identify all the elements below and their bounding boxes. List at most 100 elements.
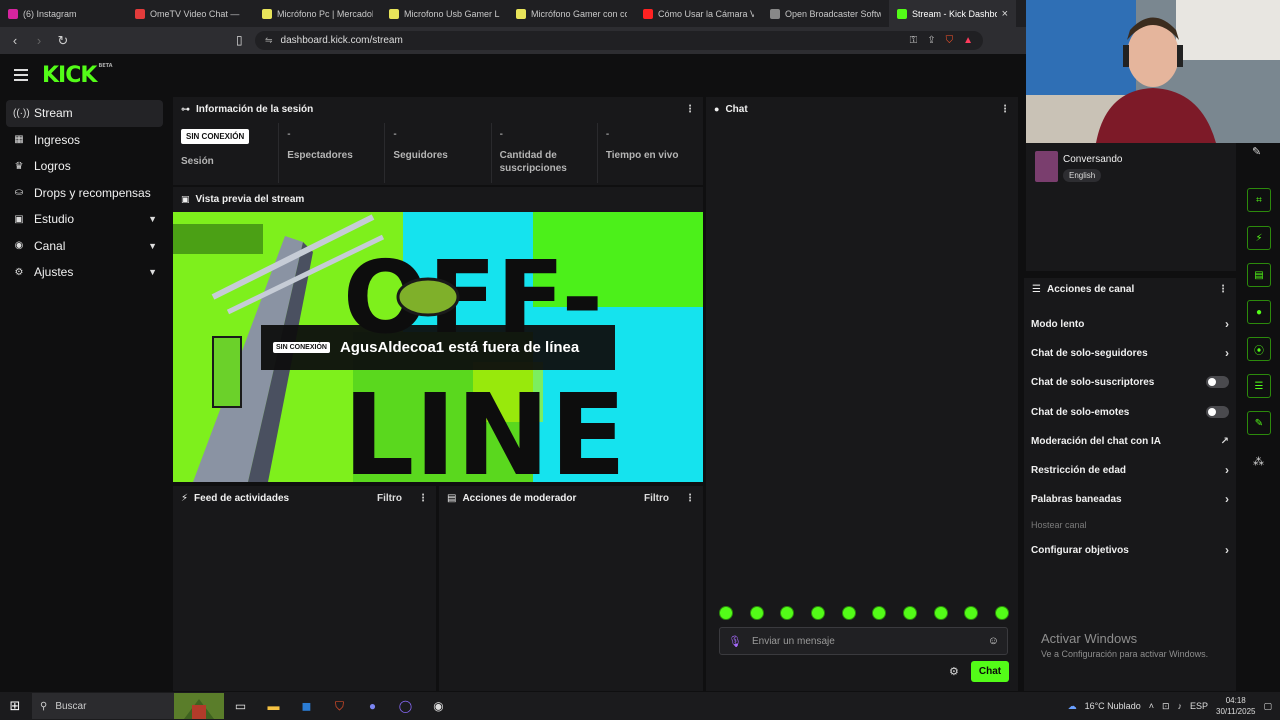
cortana-icon[interactable]: ◯ [389, 699, 422, 713]
brave-rewards-icon[interactable]: ▲ [963, 35, 973, 46]
language-indicator[interactable]: ESP [1190, 701, 1208, 711]
clock[interactable]: 04:18 30/11/2025 [1216, 695, 1255, 717]
sidebar-item-estudio[interactable]: ▣ Estudio ▼ [6, 206, 163, 233]
close-tab-icon[interactable]: × [1002, 8, 1008, 20]
channel-action-item[interactable]: Restricción de edad › [1031, 459, 1229, 481]
channel-actions-panel: ☰ Acciones de canal ⋮ Modo lento › Chat de… [1024, 278, 1236, 691]
taskbar-search[interactable]: ⚲ Buscar [32, 693, 224, 719]
sidebar-item-stream[interactable]: ((·)) Stream [6, 100, 163, 127]
document-icon[interactable]: ▤ [1247, 263, 1271, 287]
chat-tool-icon[interactable]: ● [1247, 300, 1271, 324]
stat-label: Cantidad de suscripciones [499, 150, 567, 174]
stat-value: - [605, 129, 610, 140]
emote-icon[interactable] [933, 606, 948, 620]
bolt-tool-icon[interactable]: ⚡ [1247, 226, 1271, 250]
volume-icon[interactable]: ♪ [1178, 701, 1183, 711]
tab-title: Open Broadcaster Softwa [785, 8, 881, 19]
kebab-menu-icon[interactable]: ⋮ [685, 493, 695, 504]
sidebar-item-canal[interactable]: ◉ Canal ▼ [6, 233, 163, 260]
emote-icon[interactable] [780, 606, 795, 620]
sidebar-item-ajustes[interactable]: ⚙ Ajustes ▼ [6, 259, 163, 286]
chat-message-input[interactable]: 🎙 Enviar un mensaje ☺ [719, 627, 1008, 655]
emote-icon[interactable] [994, 606, 1009, 620]
emote-icon[interactable] [902, 606, 917, 620]
kebab-menu-icon[interactable]: ⋮ [685, 104, 695, 115]
sidebar-item-logros[interactable]: ♛ Logros [6, 153, 163, 180]
activity-filter-button[interactable]: Filtro [377, 493, 402, 504]
browser-tab[interactable]: Open Broadcaster Softwa [762, 0, 889, 27]
browser-tab[interactable]: (6) Instagram [0, 0, 127, 27]
emote-icon[interactable] [841, 606, 856, 620]
moderator-filter-button[interactable]: Filtro [644, 493, 669, 504]
channel-action-item[interactable]: Chat de solo-emotes [1031, 401, 1229, 423]
kebab-menu-icon[interactable]: ⋮ [1000, 104, 1010, 115]
channel-action-item[interactable]: Modo lento › [1031, 313, 1229, 335]
file-explorer-icon[interactable]: ▬ [257, 699, 290, 713]
emote-icon[interactable] [872, 606, 887, 620]
weather-icon[interactable]: ☁ [1068, 701, 1077, 712]
task-view-icon[interactable]: ▭ [224, 699, 257, 713]
category-name[interactable]: Conversando [1063, 154, 1122, 165]
stream-preview[interactable]: OFF- LINE SIN CONEXIÓN AgusAldecoa1 está… [173, 212, 703, 482]
channel-action-item[interactable]: Chat de solo-suscriptores [1031, 371, 1229, 393]
channel-action-item[interactable]: Palabras baneadas › [1031, 488, 1229, 510]
chat-send-button[interactable]: Chat [971, 661, 1009, 682]
nodes-icon[interactable]: ⁂ [1253, 455, 1264, 468]
sidebar-item-label: Ingresos [34, 132, 81, 147]
kebab-menu-icon[interactable]: ⋮ [1218, 284, 1228, 295]
reload-icon[interactable]: ↻ [56, 33, 70, 49]
chevron-down-icon[interactable]: ▼ [148, 267, 157, 277]
layers-icon[interactable]: ☰ [1247, 374, 1271, 398]
emote-icon[interactable] [719, 606, 733, 620]
browser-tab[interactable]: Stream - Kick Dashbo × [889, 0, 1016, 27]
windows-start-icon[interactable]: ⊞ [0, 698, 30, 714]
kick-logo[interactable]: KICK BETA [42, 63, 113, 88]
browser-tab[interactable]: OmeTV Video Chat — [127, 0, 254, 27]
back-icon[interactable]: ‹ [8, 33, 22, 48]
channel-action-item[interactable]: Chat de solo-seguidores › [1031, 342, 1229, 364]
sidebar-item-ingresos[interactable]: ▦ Ingresos [6, 127, 163, 154]
browser-tab[interactable]: Microfono Usb Gamer Luz [381, 0, 508, 27]
edit-pencil-icon[interactable]: ✎ [1252, 145, 1261, 158]
share-icon[interactable]: ⇪ [927, 35, 935, 46]
brave-browser-icon[interactable]: ⛉ [323, 699, 356, 714]
bookmark-icon[interactable]: ▯ [236, 33, 243, 47]
category-thumbnail[interactable] [1035, 151, 1058, 182]
browser-tab[interactable]: Micrófono Gamer con cor [508, 0, 635, 27]
kebab-menu-icon[interactable]: ⋮ [418, 493, 428, 504]
stat-card: SIN CONEXIÓN Sesión [173, 123, 280, 183]
tray-expand-icon[interactable]: ˄ [1149, 701, 1154, 711]
emote-icon[interactable] [749, 606, 764, 620]
channel-action-item[interactable]: Configurar objetivos › [1031, 539, 1229, 561]
channel-action-item[interactable]: Moderación del chat con IA ↗ [1031, 430, 1229, 452]
outlook-icon[interactable]: ◼ [290, 699, 323, 713]
emote-icon[interactable] [964, 606, 979, 620]
brave-shield-icon[interactable]: ⛉ [946, 35, 954, 46]
weather-text[interactable]: 16°C Nublado [1085, 701, 1141, 711]
forward-icon[interactable]: › [32, 33, 46, 48]
key-icon[interactable]: ⚿ [910, 35, 918, 46]
obs-icon[interactable]: ◉ [422, 699, 455, 713]
site-settings-icon[interactable]: ⇋ [265, 35, 273, 46]
url-field[interactable]: ⇋ dashboard.kick.com/stream ⚿ ⇪ ⛉ ▲ [255, 31, 983, 50]
discord-icon[interactable]: ● [356, 699, 389, 713]
broadcast-tool-icon[interactable]: ⦿ [1247, 337, 1271, 361]
chat-settings-icon[interactable]: ⚙ [949, 665, 959, 678]
notifications-icon[interactable]: ▢ [1263, 701, 1272, 712]
toggle-switch[interactable] [1206, 406, 1229, 418]
emoji-icon[interactable]: ☺ [988, 635, 999, 647]
chevron-down-icon[interactable]: ▼ [148, 241, 157, 251]
browser-tab[interactable]: Micrófono Pc | MercadoLi [254, 0, 381, 27]
chevron-down-icon[interactable]: ▼ [148, 214, 157, 224]
emote-icon[interactable] [810, 606, 825, 620]
toggle-switch[interactable] [1206, 376, 1229, 388]
chat-bubble-icon: ● [714, 104, 720, 114]
network-icon[interactable]: ⊡ [1162, 701, 1170, 712]
sidebar-item-drops[interactable]: ⛀ Drops y recompensas [6, 180, 163, 207]
browser-tab[interactable]: Cómo Usar la Cámara Virt [635, 0, 762, 27]
screen-capture-icon[interactable]: ⌗ [1247, 188, 1271, 212]
wrench-icon[interactable]: ✎ [1247, 411, 1271, 435]
stream-preview-title: Vista previa del stream [195, 193, 305, 205]
microphone-icon[interactable]: 🎙 [728, 635, 742, 648]
menu-icon[interactable] [14, 69, 28, 81]
